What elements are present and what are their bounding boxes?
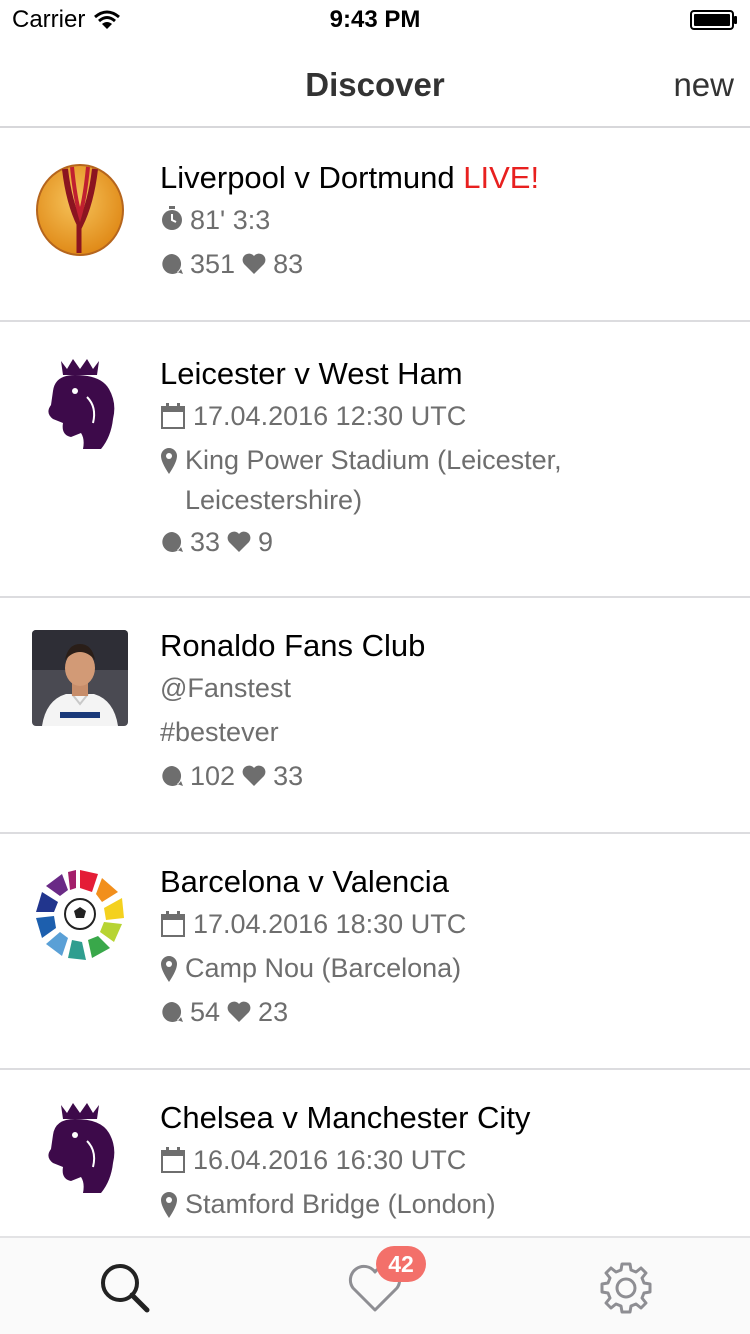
comment-icon — [162, 532, 183, 552]
page-title: Discover — [305, 66, 445, 103]
feed-row-leicester-westham[interactable]: Leicester v West Ham 17.04.2016 12:30 UT… — [0, 322, 750, 598]
like-count: 83 — [273, 249, 304, 279]
heart-icon — [242, 765, 266, 786]
location-text: Stamford Bridge (London) — [185, 1189, 496, 1219]
row-stats: 102 33 — [160, 754, 730, 798]
comment-icon — [162, 254, 183, 274]
comment-count: 54 — [190, 997, 221, 1027]
heart-icon — [227, 531, 251, 552]
comment-count: 102 — [190, 761, 236, 791]
location-text: Camp Nou (Barcelona) — [185, 953, 462, 983]
match-title: Barcelona v Valencia — [160, 864, 449, 899]
calendar-icon — [161, 1147, 185, 1173]
discover-feed[interactable]: Liverpool v Dortmund LIVE! 81' 3:3 351 8… — [0, 130, 750, 1236]
date-text: 17.04.2016 12:30 UTC — [193, 401, 467, 431]
live-label: LIVE! — [463, 160, 540, 195]
la-liga-logo — [32, 866, 128, 962]
stopwatch-icon — [162, 206, 182, 230]
match-title: Chelsea v Manchester City — [160, 1100, 531, 1135]
heart-icon — [227, 1001, 251, 1022]
match-date: 17.04.2016 12:30 UTC — [160, 394, 730, 438]
feed-row-barcelona-valencia[interactable]: Barcelona v Valencia 17.04.2016 18:30 UT… — [0, 834, 750, 1070]
favorites-badge: 42 — [376, 1246, 426, 1282]
row-stats: 33 9 — [160, 520, 730, 564]
premier-league-logo — [32, 1100, 128, 1196]
location-pin-icon — [161, 1192, 177, 1218]
comment-icon — [162, 1002, 183, 1022]
match-location: Camp Nou (Barcelona) — [160, 946, 730, 990]
heart-icon — [242, 253, 266, 274]
row-stats: 54 23 — [160, 990, 730, 1034]
match-location: King Power Stadium (Leicester, Leicester… — [160, 438, 730, 520]
date-text: 17.04.2016 18:30 UTC — [193, 909, 467, 939]
comment-count: 33 — [190, 527, 221, 557]
like-count: 23 — [258, 997, 289, 1027]
like-count: 9 — [258, 527, 274, 557]
location-pin-icon — [161, 448, 177, 474]
match-timer: 81' 3:3 — [160, 198, 730, 242]
europa-league-logo — [32, 162, 128, 258]
location-text: King Power Stadium (Leicester, Leicester… — [185, 445, 562, 515]
ronaldo-fans-club-avatar — [32, 630, 128, 726]
row-title: Liverpool v Dortmund LIVE! — [160, 158, 730, 198]
match-date: 17.04.2016 18:30 UTC — [160, 902, 730, 946]
date-text: 16.04.2016 16:30 UTC — [193, 1145, 467, 1175]
feed-row-chelsea-mancity[interactable]: Chelsea v Manchester City 16.04.2016 16:… — [0, 1070, 750, 1236]
calendar-icon — [161, 403, 185, 429]
comment-icon — [162, 766, 183, 786]
match-title: Liverpool v Dortmund — [160, 160, 455, 195]
calendar-icon — [161, 911, 185, 937]
like-count: 33 — [273, 761, 304, 791]
status-bar: Carrier 9:43 PM — [0, 0, 750, 40]
match-location: Stamford Bridge (London) — [160, 1182, 730, 1226]
new-button[interactable]: new — [673, 66, 734, 104]
location-pin-icon — [161, 956, 177, 982]
profile-photo — [32, 630, 128, 726]
battery-icon — [690, 10, 737, 30]
row-stats: 351 83 — [160, 242, 730, 286]
premier-league-logo — [32, 356, 128, 452]
gear-icon[interactable] — [596, 1258, 656, 1318]
club-title: Ronaldo Fans Club — [160, 628, 426, 663]
feed-row-ronaldo-fans-club[interactable]: Ronaldo Fans Club @Fanstest #bestever 10… — [0, 598, 750, 834]
club-handle: @Fanstest — [160, 673, 291, 703]
comment-count: 351 — [190, 249, 236, 279]
match-date: 16.04.2016 16:30 UTC — [160, 1138, 730, 1182]
tab-bar: 42 — [0, 1236, 750, 1334]
club-hashtag: #bestever — [160, 717, 279, 747]
feed-row-liverpool-dortmund[interactable]: Liverpool v Dortmund LIVE! 81' 3:3 351 8… — [0, 130, 750, 322]
search-icon[interactable] — [95, 1258, 155, 1318]
timer-text: 81' 3:3 — [190, 205, 271, 235]
navigation-bar: Discover new — [0, 40, 750, 128]
status-time: 9:43 PM — [329, 6, 421, 33]
match-title: Leicester v West Ham — [160, 356, 463, 391]
